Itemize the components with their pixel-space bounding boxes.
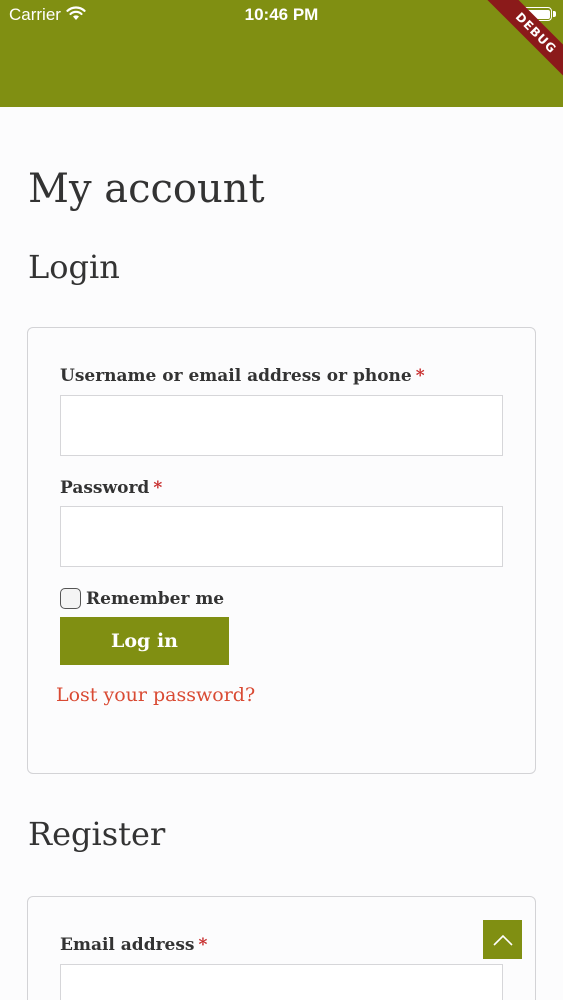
login-heading: Login (28, 248, 120, 286)
clock: 10:46 PM (244, 5, 319, 24)
login-form: Username or email address or phone * Pass… (27, 327, 536, 774)
password-input[interactable] (60, 506, 503, 567)
username-input[interactable] (60, 395, 503, 456)
lost-password-link[interactable]: Lost your password? (56, 684, 255, 706)
page-title: My account (28, 166, 265, 212)
required-marker: * (415, 366, 425, 386)
chevron-up-icon (492, 934, 513, 946)
register-form: Email address * (27, 896, 536, 1000)
remember-me-row[interactable]: Remember me (60, 588, 224, 609)
required-marker: * (198, 935, 208, 955)
log-in-button[interactable]: Log in (60, 617, 229, 665)
app-header: Carrier 10:46 PM DEBUG (0, 0, 563, 107)
scroll-to-top-button[interactable] (483, 920, 522, 959)
remember-me-label: Remember me (86, 588, 225, 609)
email-label-text: Email address (60, 935, 195, 955)
password-label-text: Password (60, 478, 150, 498)
email-input[interactable] (60, 964, 503, 1000)
email-label: Email address * (60, 935, 207, 955)
username-label: Username or email address or phone * (60, 366, 425, 386)
username-label-text: Username or email address or phone (60, 366, 412, 386)
remember-me-checkbox[interactable] (60, 588, 81, 609)
required-marker: * (153, 478, 163, 498)
status-bar: Carrier 10:46 PM (0, 0, 563, 30)
register-heading: Register (28, 815, 166, 853)
password-label: Password * (60, 478, 162, 498)
